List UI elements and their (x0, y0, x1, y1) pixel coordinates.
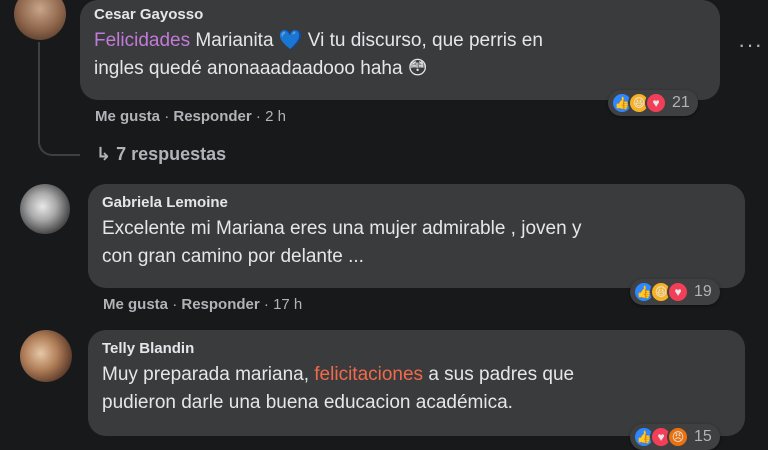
reactions-summary[interactable]: 👍 ♥ 😠 15 (630, 424, 720, 450)
separator: · (255, 108, 261, 125)
reaction-count: 15 (694, 428, 712, 445)
comment-author[interactable]: Telly Blandin (102, 340, 731, 357)
separator: · (263, 296, 269, 313)
separator: · (164, 108, 170, 125)
avatar-telly[interactable] (20, 330, 72, 382)
comment-bubble-1: Cesar Gayosso Felicidades Marianita 💙 Vi… (80, 0, 720, 100)
thread-line (38, 42, 80, 156)
timestamp[interactable]: 17 h (273, 296, 302, 313)
comment-text-line1-pre: Muy preparada mariana, (102, 364, 315, 385)
reply-button[interactable]: Responder (173, 108, 251, 125)
comment-text-line1: Marianita 💙 Vi tu discurso, que perris e… (190, 30, 543, 51)
comment-text-line2: ingles quedé anonaaadaadooo haha 😳 (94, 58, 428, 79)
comment-bubble-3: Telly Blandin Muy preparada mariana, fel… (88, 330, 745, 436)
comment-actions: Me gusta · Responder · 2 h (95, 108, 286, 125)
comment-text: Muy preparada mariana, felicitaciones a … (102, 361, 731, 417)
comment-text-line2: pudieron darle una buena educacion acadé… (102, 392, 513, 413)
reactions-summary[interactable]: 👍 😆 ♥ 21 (608, 90, 698, 116)
view-replies-button[interactable]: ↳ 7 respuestas (96, 144, 226, 165)
love-icon: ♥ (645, 92, 667, 114)
like-button[interactable]: Me gusta (103, 296, 168, 313)
angry-icon: 😠 (667, 426, 689, 448)
reply-button[interactable]: Responder (181, 296, 259, 313)
comment-text-line2: con gran camino por delante ... (102, 246, 364, 267)
reply-arrow-icon: ↳ (96, 144, 112, 164)
timestamp[interactable]: 2 h (265, 108, 286, 125)
avatar-cesar[interactable] (14, 0, 66, 40)
replies-label: 7 respuestas (116, 144, 227, 164)
comment-bubble-2: Gabriela Lemoine Excelente mi Mariana er… (88, 184, 745, 288)
reactions-summary[interactable]: 👍 😆 ♥ 19 (630, 279, 720, 305)
reaction-count: 21 (672, 94, 690, 111)
comment-text-line1-post: a sus padres que (423, 364, 575, 385)
keyword-link[interactable]: felicitaciones (314, 364, 423, 385)
comment-author[interactable]: Gabriela Lemoine (102, 194, 731, 211)
like-button[interactable]: Me gusta (95, 108, 160, 125)
avatar-gabriela[interactable] (20, 184, 70, 234)
comment-text-line1: Excelente mi Mariana eres una mujer admi… (102, 218, 582, 239)
comment-text: Excelente mi Mariana eres una mujer admi… (102, 215, 731, 271)
comment-author[interactable]: Cesar Gayosso (94, 6, 706, 23)
comment-actions: Me gusta · Responder · 17 h (103, 296, 302, 313)
more-options-icon[interactable]: ··· (738, 32, 763, 58)
separator: · (172, 296, 178, 313)
keyword-link[interactable]: Felicidades (94, 30, 190, 51)
comment-text: Felicidades Marianita 💙 Vi tu discurso, … (94, 27, 706, 83)
love-icon: ♥ (667, 281, 689, 303)
reaction-count: 19 (694, 283, 712, 300)
